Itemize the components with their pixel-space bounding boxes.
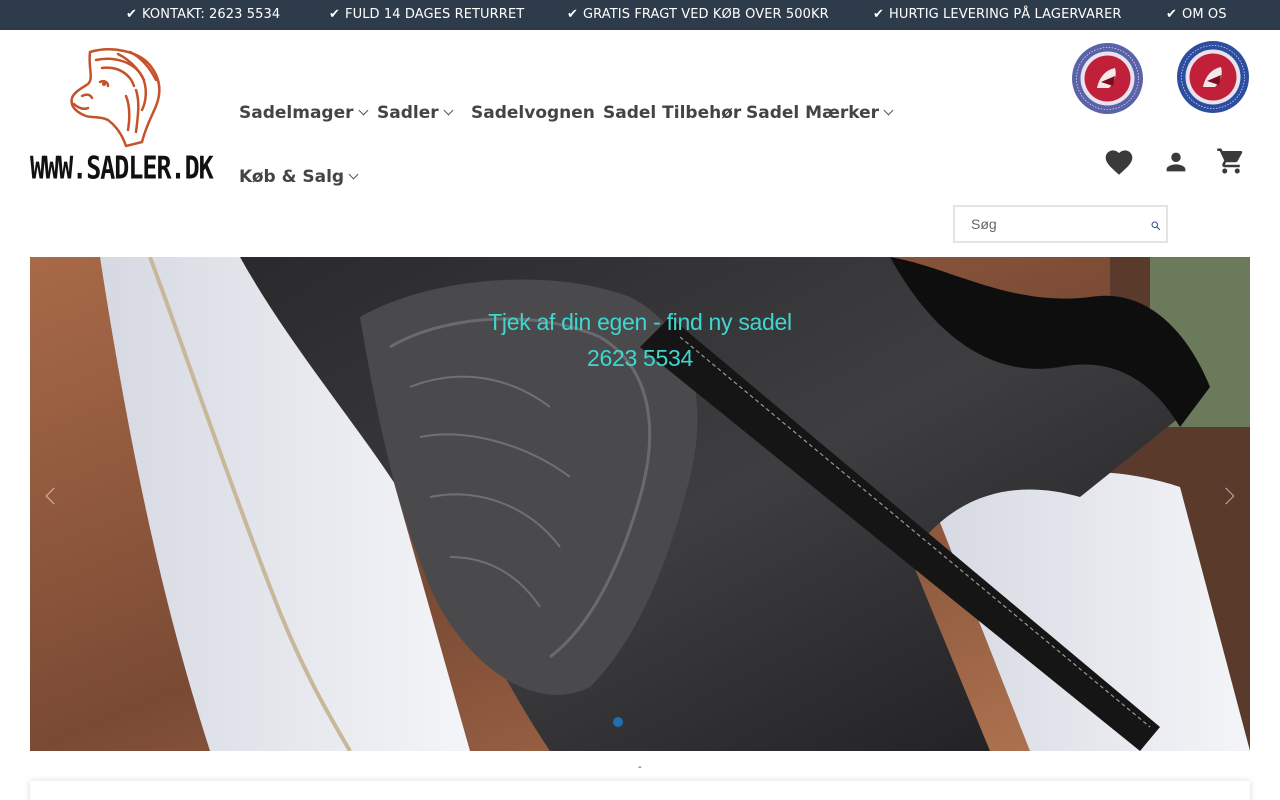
content-card — [30, 781, 1250, 800]
cart-icon[interactable] — [1216, 146, 1246, 176]
check-icon: ✔ — [329, 7, 340, 22]
topbar-item-label: KONTAKT: 2623 5534 — [142, 7, 281, 22]
hero-headline: Tjek af din egen - find ny sadel — [488, 309, 792, 335]
chevron-down-icon — [358, 105, 368, 116]
nav-item-label: Sadel Tilbehør — [603, 103, 742, 123]
check-icon: ✔ — [873, 7, 884, 22]
nav-item-sadelvognen[interactable]: Sadelvognen — [471, 103, 595, 123]
below-hero-dash: - — [638, 762, 642, 773]
topbar-item-about[interactable]: ✔ OM OS — [1166, 7, 1227, 23]
nav-item-label: Sadelmager — [239, 103, 354, 123]
topbar-item-label: FULD 14 DAGES RETURRET — [345, 7, 525, 22]
check-icon: ✔ — [1166, 7, 1177, 22]
topbar-item-label: HURTIG LEVERING PÅ LAGERVARER — [889, 7, 1122, 22]
horse-head-logo-icon — [70, 48, 161, 148]
search-icon[interactable] — [1150, 217, 1164, 231]
approved-retailer-badge[interactable] — [1071, 42, 1144, 115]
check-icon: ✔ — [126, 7, 137, 22]
slider-dot-active[interactable] — [613, 717, 623, 727]
topbar-item-contact[interactable]: ✔ KONTAKT: 2623 5534 — [126, 7, 280, 23]
check-icon: ✔ — [567, 7, 578, 22]
chevron-down-icon — [443, 105, 454, 116]
chevron-down-icon — [348, 169, 359, 180]
topbar-item-shipping: ✔ GRATIS FRAGT VED KØB OVER 500KR — [567, 7, 829, 23]
nav-item-kob-salg[interactable]: Køb & Salg — [239, 167, 359, 187]
chevron-down-icon — [883, 105, 894, 116]
top-info-bar: ✔ KONTAKT: 2623 5534 ✔ FULD 14 DAGES RETUR… — [0, 0, 1280, 30]
topbar-item-label: GRATIS FRAGT VED KØB OVER 500KR — [583, 7, 829, 22]
hero-phone: 2623 5534 — [586, 345, 694, 371]
nav-item-sadel-tilbehor[interactable]: Sadel Tilbehør — [603, 103, 741, 123]
heart-icon[interactable] — [1103, 146, 1135, 176]
site-logo[interactable]: WWW.SADLER.DK — [30, 46, 214, 186]
topbar-item-label: OM OS — [1182, 7, 1227, 22]
nav-item-label: Sadler — [377, 103, 439, 123]
nav-item-sadel-maerker[interactable]: Sadel Mærker — [746, 103, 894, 123]
nav-item-sadelmager[interactable]: Sadelmager — [239, 103, 368, 123]
search-box — [953, 205, 1168, 243]
hero-slider[interactable]: Tjek af din egen - find ny sadel 2623 55… — [30, 257, 1250, 751]
nav-item-label: Sadel Mærker — [746, 103, 880, 123]
society-of-master-saddlers-badge-icon — [1177, 41, 1249, 113]
nav-item-label: Køb & Salg — [239, 167, 345, 187]
nav-item-label: Sadelvognen — [471, 103, 595, 123]
topbar-item-return: ✔ FULD 14 DAGES RETURRET — [329, 7, 524, 23]
search-input[interactable] — [955, 207, 1145, 241]
topbar-item-delivery: ✔ HURTIG LEVERING PÅ LAGERVARER — [873, 7, 1122, 23]
logo-wordmark: WWW.SADLER.DK — [30, 149, 214, 186]
overseas-member-badge[interactable] — [1176, 40, 1250, 114]
user-icon[interactable] — [1162, 148, 1190, 176]
society-of-master-saddlers-badge-icon — [1072, 43, 1143, 114]
nav-item-sadler[interactable]: Sadler — [377, 103, 454, 123]
